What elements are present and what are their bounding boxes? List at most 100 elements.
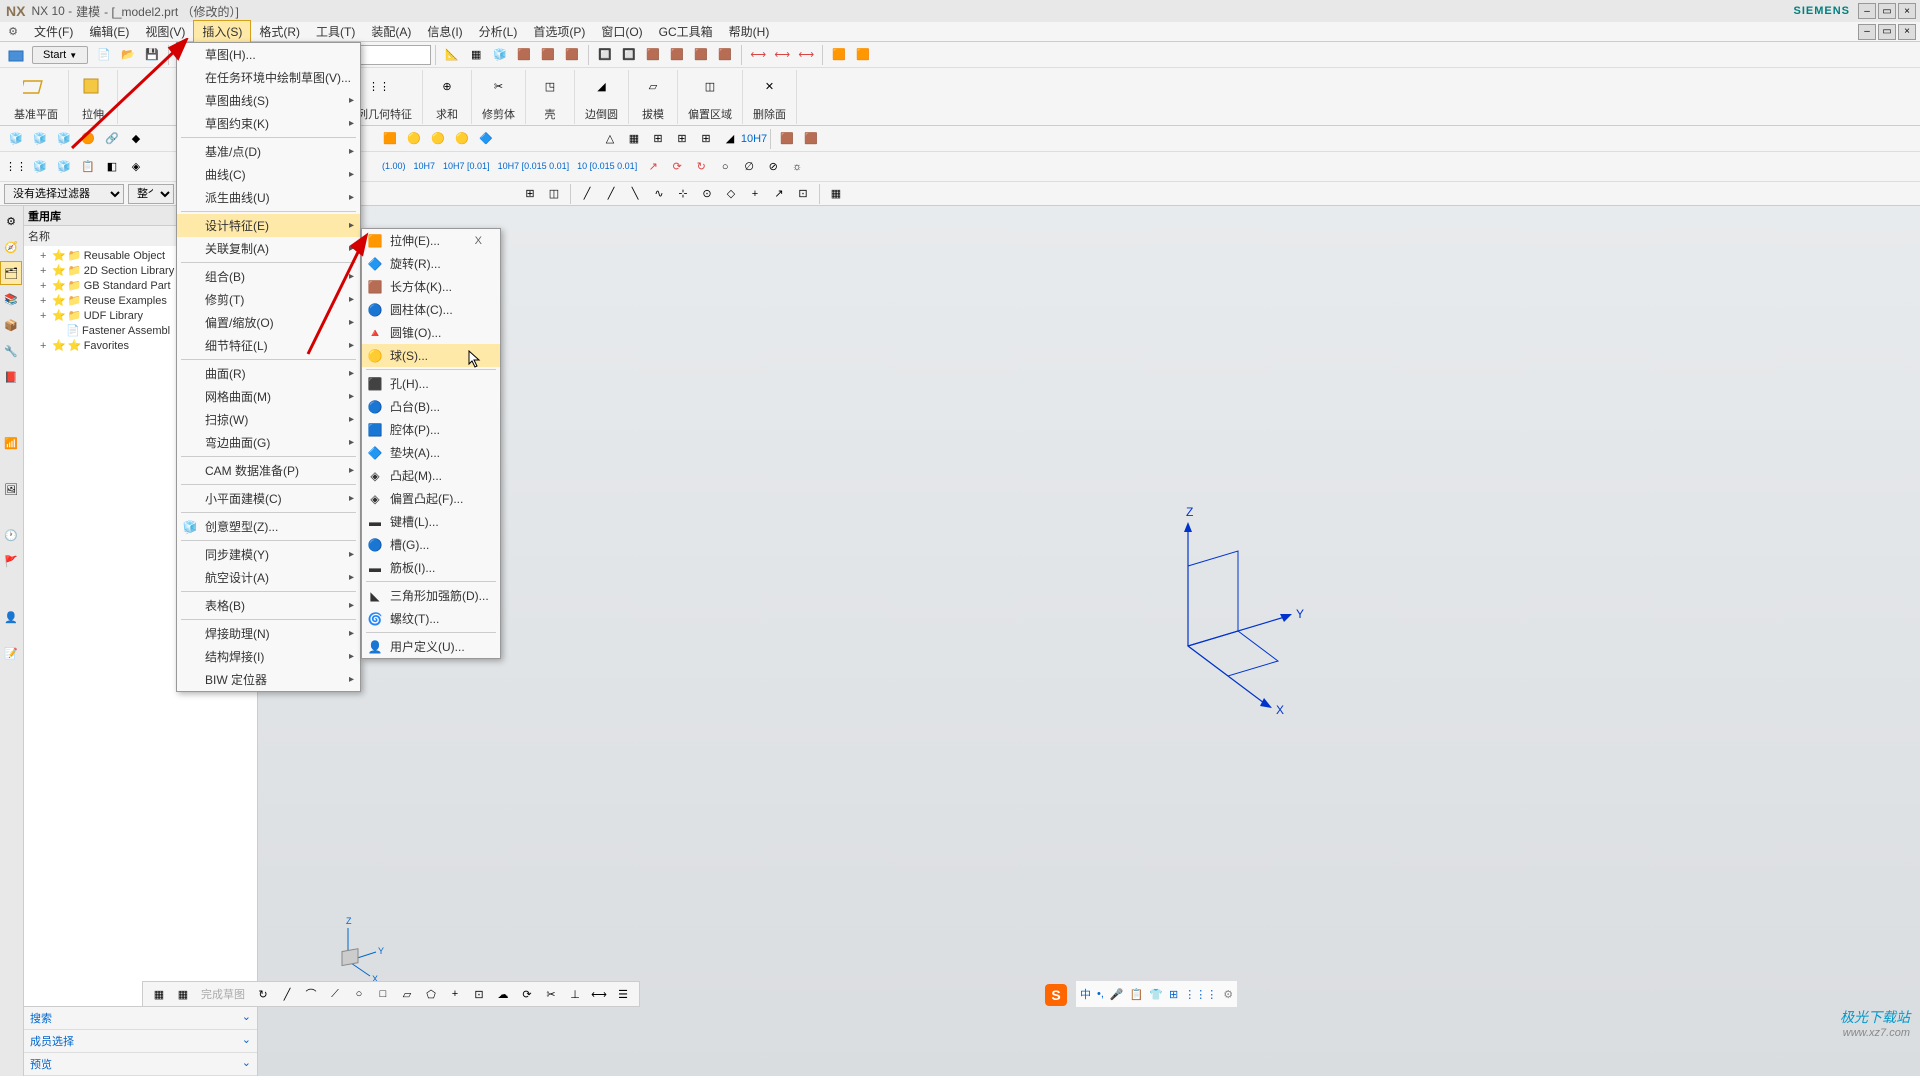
menu-item[interactable]: 细节特征(L)▸ bbox=[177, 334, 360, 357]
new-icon[interactable]: 📄 bbox=[93, 44, 115, 66]
t4-1[interactable]: ⋮⋮ bbox=[5, 156, 27, 178]
ribbon-draft[interactable]: ▱ 拔模 bbox=[629, 70, 678, 124]
doc-minimize[interactable]: – bbox=[1858, 24, 1876, 40]
ribbon-sum[interactable]: ⊕ 求和 bbox=[423, 70, 472, 124]
t3-9[interactable]: 🟡 bbox=[427, 128, 449, 150]
bt-13[interactable]: ✂ bbox=[540, 983, 562, 1005]
ime-8[interactable]: ⚙ bbox=[1223, 988, 1233, 1001]
lb-clock-icon[interactable]: 🕐 bbox=[0, 523, 22, 547]
menu-tools[interactable]: 工具(T) bbox=[308, 21, 363, 42]
ribbon-delete[interactable]: ✕ 删除面 bbox=[743, 70, 797, 124]
view6-icon[interactable]: 🟫 bbox=[714, 44, 736, 66]
lb-nav-icon[interactable]: 🧭 bbox=[0, 235, 22, 259]
menu-gctools[interactable]: GC工具箱 bbox=[651, 21, 721, 42]
t3-11[interactable]: 🔷 bbox=[475, 128, 497, 150]
menu-item[interactable]: BIW 定位器▸ bbox=[177, 668, 360, 691]
menu-item[interactable]: 航空设计(A)▸ bbox=[177, 566, 360, 589]
t4-2[interactable]: 🧊 bbox=[29, 156, 51, 178]
lb-tool-icon[interactable]: 🔧 bbox=[0, 339, 22, 363]
snap-11[interactable]: ▦ bbox=[825, 183, 847, 205]
t4-3[interactable]: 🧊 bbox=[53, 156, 75, 178]
t4-7[interactable]: ↗ bbox=[642, 156, 664, 178]
ribbon-datum[interactable]: 基准平面 bbox=[4, 70, 69, 124]
lb-book-icon[interactable]: 📕 bbox=[0, 365, 22, 389]
t4-6[interactable]: ◈ bbox=[125, 156, 147, 178]
view7-icon[interactable]: 🟧 bbox=[828, 44, 850, 66]
t3-1[interactable]: 🧊 bbox=[5, 128, 27, 150]
submenu-item[interactable]: ◣三角形加强筋(D)... bbox=[362, 584, 500, 607]
submenu-item[interactable]: 🟧拉伸(E)...X bbox=[362, 229, 500, 252]
nx-icon[interactable] bbox=[5, 44, 27, 66]
t3-18[interactable]: 10H7 bbox=[743, 128, 765, 150]
snap-4[interactable]: ∿ bbox=[648, 183, 670, 205]
dim2-icon[interactable]: ⟷ bbox=[771, 44, 793, 66]
view4-icon[interactable]: 🟫 bbox=[666, 44, 688, 66]
snap-9[interactable]: ↗ bbox=[768, 183, 790, 205]
menu-item[interactable]: 派生曲线(U)▸ bbox=[177, 186, 360, 209]
tol-1[interactable]: (1.00) bbox=[378, 157, 410, 177]
submenu-item[interactable]: ◈凸起(M)... bbox=[362, 464, 500, 487]
menu-item[interactable]: 🧊创意塑型(Z)... bbox=[177, 515, 360, 538]
submenu-item[interactable]: 🟫长方体(K)... bbox=[362, 275, 500, 298]
t3-4[interactable]: 🟠 bbox=[77, 128, 99, 150]
submenu-item[interactable]: 🌀螺纹(T)... bbox=[362, 607, 500, 630]
submenu-item[interactable]: ▬键槽(L)... bbox=[362, 510, 500, 533]
snap-2[interactable]: ╱ bbox=[600, 183, 622, 205]
t4-10[interactable]: ○ bbox=[714, 156, 736, 178]
tree-footer-search[interactable]: 搜索⌄ bbox=[24, 1007, 257, 1030]
submenu-item[interactable]: ⬛孔(H)... bbox=[362, 372, 500, 395]
tree-footer-preview[interactable]: 预览⌄ bbox=[24, 1053, 257, 1076]
t3-2[interactable]: 🧊 bbox=[29, 128, 51, 150]
submenu-item[interactable]: 🔷垫块(A)... bbox=[362, 441, 500, 464]
lb-note-icon[interactable]: 📝 bbox=[0, 641, 22, 665]
save-icon[interactable]: 💾 bbox=[141, 44, 163, 66]
snap-1[interactable]: ╱ bbox=[576, 183, 598, 205]
t3-3[interactable]: 🧊 bbox=[53, 128, 75, 150]
t3-17[interactable]: ◢ bbox=[719, 128, 741, 150]
scope-select[interactable]: 整个 bbox=[128, 184, 174, 204]
tree-footer-member[interactable]: 成员选择⌄ bbox=[24, 1030, 257, 1053]
menu-item[interactable]: 弯边曲面(G)▸ bbox=[177, 431, 360, 454]
cube-icon[interactable]: 🧊 bbox=[489, 44, 511, 66]
submenu-item[interactable]: ▬筋板(I)... bbox=[362, 556, 500, 579]
menu-item[interactable]: 草图约束(K)▸ bbox=[177, 112, 360, 135]
bt-16[interactable]: ☰ bbox=[612, 983, 634, 1005]
submenu-item[interactable]: 🔷旋转(R)... bbox=[362, 252, 500, 275]
bt-finish-icon[interactable]: ▦ bbox=[172, 983, 194, 1005]
menu-analyze[interactable]: 分析(L) bbox=[471, 21, 526, 42]
lb-layer-icon[interactable]: 📚 bbox=[0, 287, 22, 311]
submenu-item[interactable]: 🟦腔体(P)... bbox=[362, 418, 500, 441]
bt-12[interactable]: ⟳ bbox=[516, 983, 538, 1005]
view3-icon[interactable]: 🟫 bbox=[642, 44, 664, 66]
menu-item[interactable]: 扫掠(W)▸ bbox=[177, 408, 360, 431]
menu-item[interactable]: 组合(B)▸ bbox=[177, 265, 360, 288]
t3-19[interactable]: 🟫 bbox=[776, 128, 798, 150]
menu-item[interactable]: 修剪(T)▸ bbox=[177, 288, 360, 311]
snap-7[interactable]: ◇ bbox=[720, 183, 742, 205]
doc-close[interactable]: × bbox=[1898, 24, 1916, 40]
ribbon-extrude[interactable]: 拉伸 bbox=[69, 70, 118, 124]
ime-4[interactable]: 📋 bbox=[1130, 988, 1144, 1001]
ime-5[interactable]: 👕 bbox=[1149, 988, 1163, 1001]
view1-icon[interactable]: 🔲 bbox=[594, 44, 616, 66]
menu-item[interactable]: 表格(B)▸ bbox=[177, 594, 360, 617]
menu-help[interactable]: 帮助(H) bbox=[721, 21, 778, 42]
t4-9[interactable]: ↻ bbox=[690, 156, 712, 178]
doc-maximize[interactable]: ▭ bbox=[1878, 24, 1896, 40]
menu-window[interactable]: 窗口(O) bbox=[593, 21, 650, 42]
start-button[interactable]: Start ▼ bbox=[32, 46, 88, 64]
minimize-button[interactable]: – bbox=[1858, 3, 1876, 19]
viewport[interactable]: Z Y X Z Y X bbox=[258, 206, 1920, 1076]
maximize-button[interactable]: ▭ bbox=[1878, 3, 1896, 19]
bt-11[interactable]: ☁ bbox=[492, 983, 514, 1005]
ime-6[interactable]: ⊞ bbox=[1169, 988, 1178, 1001]
view5-icon[interactable]: 🟫 bbox=[690, 44, 712, 66]
menu-item[interactable]: 结构焊接(I)▸ bbox=[177, 645, 360, 668]
submenu-item[interactable]: 🔵圆柱体(C)... bbox=[362, 298, 500, 321]
menu-edit[interactable]: 编辑(E) bbox=[81, 21, 137, 42]
tol-4[interactable]: 10H7 [0.015 0.01] bbox=[494, 157, 574, 177]
t4-4[interactable]: 📋 bbox=[77, 156, 99, 178]
submenu-item[interactable]: 👤用户定义(U)... bbox=[362, 635, 500, 658]
sogou-ime-icon[interactable]: S bbox=[1044, 983, 1068, 1007]
menu-item[interactable]: 小平面建模(C)▸ bbox=[177, 487, 360, 510]
